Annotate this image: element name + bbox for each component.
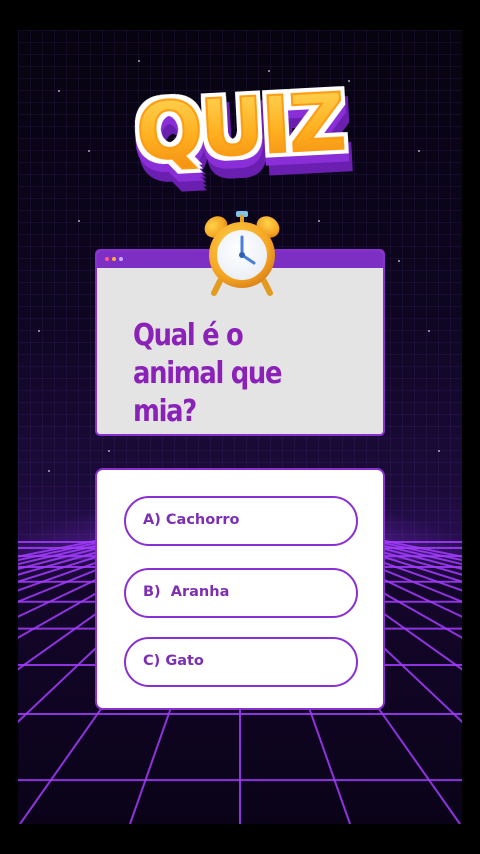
- star: [138, 60, 140, 62]
- star: [108, 450, 110, 452]
- answer-option-a[interactable]: A) Cachorro: [124, 496, 358, 546]
- quiz-logo: QUIZ: [133, 77, 347, 180]
- star: [348, 80, 350, 82]
- window-dot-yellow: [112, 257, 116, 261]
- alarm-clock-icon: [204, 211, 280, 296]
- answer-option-c-label: C) Gato: [143, 653, 204, 669]
- star: [78, 220, 80, 222]
- answer-option-b[interactable]: B) Aranha: [124, 568, 358, 618]
- star: [58, 90, 60, 92]
- answer-option-b-label: B) Aranha: [143, 584, 230, 600]
- star: [188, 180, 190, 182]
- star: [418, 150, 420, 152]
- answers-card: A) Cachorro B) Aranha C) Gato: [95, 468, 385, 710]
- star: [428, 330, 430, 332]
- star: [438, 450, 440, 452]
- star: [318, 220, 320, 222]
- answer-option-a-label: A) Cachorro: [143, 512, 240, 528]
- star: [48, 470, 50, 472]
- star: [88, 150, 90, 152]
- window-dot-red: [105, 257, 109, 261]
- video-frame: QUIZ Qual é o animal que mia? A) Cachorr…: [0, 0, 480, 854]
- star: [268, 70, 270, 72]
- window-dot-light: [119, 257, 123, 261]
- answer-option-c[interactable]: C) Gato: [124, 637, 358, 687]
- star: [38, 330, 40, 332]
- question-text: Qual é o animal que mia?: [133, 318, 282, 429]
- star: [398, 260, 400, 262]
